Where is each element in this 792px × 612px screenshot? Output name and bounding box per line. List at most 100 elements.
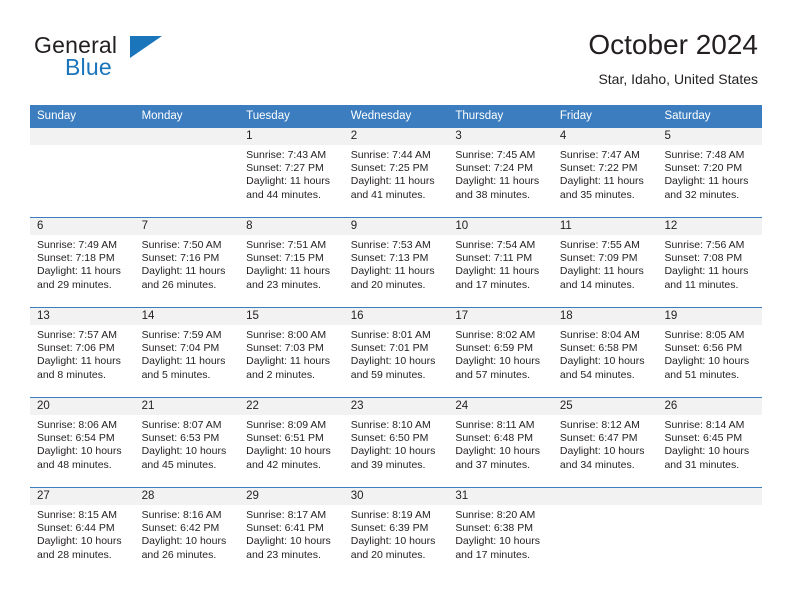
calendar-day-cell[interactable]: 12 Sunrise: 7:56 AM Sunset: 7:08 PM Dayligh… [657, 218, 763, 307]
sunset-time: Sunset: 7:24 PM [455, 162, 533, 175]
daylight-duration-line2: and 51 minutes. [664, 368, 740, 381]
day-sun-details: Sunrise: 8:10 AM Sunset: 6:50 PM Daylight:… [344, 415, 449, 472]
calendar-day-cell[interactable]: 28 Sunrise: 8:16 AM Sunset: 6:42 PM Dayligh… [134, 488, 240, 577]
day-number [657, 488, 763, 505]
calendar-day-cell[interactable]: 2 Sunrise: 7:44 AM Sunset: 7:25 PM Daylight… [343, 128, 449, 217]
calendar-day-cell-empty [552, 488, 658, 577]
sunset-time: Sunset: 7:27 PM [246, 162, 324, 175]
calendar-week-row: 20 Sunrise: 8:06 AM Sunset: 6:54 PM Dayligh… [30, 397, 763, 487]
calendar-day-cell[interactable]: 10 Sunrise: 7:54 AM Sunset: 7:11 PM Dayligh… [448, 218, 553, 307]
calendar-day-cell[interactable]: 19 Sunrise: 8:05 AM Sunset: 6:56 PM Dayligh… [657, 308, 763, 397]
sunset-time: Sunset: 7:03 PM [246, 342, 324, 355]
calendar-day-cell[interactable]: 16 Sunrise: 8:01 AM Sunset: 7:01 PM Dayligh… [343, 308, 449, 397]
calendar-day-cell[interactable]: 6 Sunrise: 7:49 AM Sunset: 7:18 PM Daylight… [30, 218, 135, 307]
sunrise-time: Sunrise: 8:01 AM [350, 329, 431, 341]
daylight-duration-line1: Daylight: 10 hours [559, 355, 645, 368]
day-number: 5 [657, 128, 763, 145]
day-number: 23 [343, 398, 449, 415]
sunset-time: Sunset: 7:01 PM [350, 342, 429, 355]
calendar-day-cell[interactable]: 3 Sunrise: 7:45 AM Sunset: 7:24 PM Daylight… [448, 128, 553, 217]
daylight-duration-line1: Daylight: 10 hours [664, 445, 750, 458]
weekday-header-monday: Monday [141, 110, 183, 122]
weekday-header-row: Sunday Monday Tuesday Wednesday Thursday… [30, 105, 762, 128]
sunrise-time: Sunrise: 8:19 AM [350, 509, 431, 521]
calendar-day-cell[interactable]: 25 Sunrise: 8:12 AM Sunset: 6:47 PM Dayligh… [552, 398, 658, 487]
day-sun-details: Sunrise: 7:54 AM Sunset: 7:11 PM Daylight:… [448, 235, 553, 292]
weekday-header-wednesday: Wednesday [350, 110, 412, 122]
calendar-day-cell[interactable]: 30 Sunrise: 8:19 AM Sunset: 6:39 PM Dayligh… [343, 488, 449, 577]
daylight-duration-line1: Daylight: 10 hours [350, 445, 436, 458]
calendar-day-cell[interactable]: 15 Sunrise: 8:00 AM Sunset: 7:03 PM Dayligh… [239, 308, 344, 397]
calendar-day-cell[interactable]: 14 Sunrise: 7:59 AM Sunset: 7:04 PM Dayligh… [134, 308, 240, 397]
daylight-duration-line2: and 8 minutes. [37, 368, 106, 381]
sunset-time: Sunset: 6:45 PM [664, 432, 743, 445]
calendar-day-cell[interactable]: 26 Sunrise: 8:14 AM Sunset: 6:45 PM Dayligh… [657, 398, 763, 487]
sunset-time: Sunset: 6:56 PM [664, 342, 743, 355]
daylight-duration-line2: and 41 minutes. [350, 188, 426, 201]
daylight-duration-line1: Daylight: 10 hours [141, 535, 227, 548]
calendar-day-cell[interactable]: 27 Sunrise: 8:15 AM Sunset: 6:44 PM Dayligh… [30, 488, 135, 577]
calendar-week-row: 1 Sunrise: 7:43 AM Sunset: 7:27 PM Daylight… [30, 128, 763, 217]
daylight-duration-line2: and 17 minutes. [455, 278, 531, 291]
calendar-day-cell[interactable]: 13 Sunrise: 7:57 AM Sunset: 7:06 PM Dayligh… [30, 308, 135, 397]
day-number: 31 [448, 488, 553, 505]
daylight-duration-line1: Daylight: 11 hours [37, 265, 121, 278]
calendar-day-cell[interactable]: 21 Sunrise: 8:07 AM Sunset: 6:53 PM Dayligh… [134, 398, 240, 487]
daylight-duration-line1: Daylight: 10 hours [350, 355, 436, 368]
sunrise-time: Sunrise: 7:45 AM [455, 149, 536, 161]
calendar-week-row: 27 Sunrise: 8:15 AM Sunset: 6:44 PM Dayligh… [30, 487, 763, 577]
calendar-day-cell-empty [134, 128, 240, 217]
calendar-day-cell[interactable]: 7 Sunrise: 7:50 AM Sunset: 7:16 PM Daylight… [134, 218, 240, 307]
calendar-grid: Sunday Monday Tuesday Wednesday Thursday… [30, 105, 763, 577]
day-number: 13 [30, 308, 135, 325]
calendar-day-cell[interactable]: 29 Sunrise: 8:17 AM Sunset: 6:41 PM Dayligh… [239, 488, 344, 577]
daylight-duration-line1: Daylight: 10 hours [141, 445, 227, 458]
daylight-duration-line1: Daylight: 10 hours [246, 535, 331, 548]
general-blue-logo[interactable]: General Blue [34, 32, 264, 92]
sunset-time: Sunset: 7:09 PM [559, 252, 638, 265]
calendar-day-cell[interactable]: 11 Sunrise: 7:55 AM Sunset: 7:09 PM Dayligh… [552, 218, 658, 307]
sunrise-time: Sunrise: 8:12 AM [559, 419, 640, 431]
daylight-duration-line2: and 28 minutes. [37, 548, 112, 561]
sunrise-time: Sunrise: 8:05 AM [664, 329, 745, 341]
daylight-duration-line1: Daylight: 10 hours [455, 535, 540, 548]
calendar-day-cell[interactable]: 5 Sunrise: 7:48 AM Sunset: 7:20 PM Daylight… [657, 128, 763, 217]
day-sun-details: Sunrise: 7:51 AM Sunset: 7:15 PM Daylight:… [239, 235, 344, 292]
daylight-duration-line2: and 57 minutes. [455, 368, 531, 381]
day-number: 8 [239, 218, 344, 235]
sunset-time: Sunset: 7:18 PM [37, 252, 115, 265]
calendar-day-cell[interactable]: 8 Sunrise: 7:51 AM Sunset: 7:15 PM Daylight… [239, 218, 344, 307]
daylight-duration-line2: and 20 minutes. [350, 278, 426, 291]
day-number [552, 488, 658, 505]
calendar-day-cell[interactable]: 20 Sunrise: 8:06 AM Sunset: 6:54 PM Dayligh… [30, 398, 135, 487]
calendar-day-cell[interactable]: 1 Sunrise: 7:43 AM Sunset: 7:27 PM Daylight… [239, 128, 344, 217]
sunrise-time: Sunrise: 7:50 AM [141, 239, 222, 251]
day-number: 2 [343, 128, 449, 145]
calendar-day-cell[interactable]: 18 Sunrise: 8:04 AM Sunset: 6:58 PM Dayligh… [552, 308, 658, 397]
day-number: 4 [552, 128, 658, 145]
calendar-weeks: 1 Sunrise: 7:43 AM Sunset: 7:27 PM Daylight… [30, 128, 763, 577]
calendar-day-cell[interactable]: 24 Sunrise: 8:11 AM Sunset: 6:48 PM Dayligh… [448, 398, 553, 487]
daylight-duration-line2: and 11 minutes. [664, 278, 739, 291]
day-sun-details: Sunrise: 7:50 AM Sunset: 7:16 PM Daylight:… [135, 235, 240, 292]
daylight-duration-line1: Daylight: 11 hours [350, 175, 435, 188]
day-sun-details: Sunrise: 8:12 AM Sunset: 6:47 PM Daylight:… [553, 415, 658, 472]
daylight-duration-line2: and 26 minutes. [141, 548, 217, 561]
calendar-day-cell[interactable]: 22 Sunrise: 8:09 AM Sunset: 6:51 PM Dayligh… [239, 398, 344, 487]
calendar-day-cell[interactable]: 23 Sunrise: 8:10 AM Sunset: 6:50 PM Dayligh… [343, 398, 449, 487]
daylight-duration-line2: and 42 minutes. [246, 458, 321, 471]
daylight-duration-line2: and 5 minutes. [141, 368, 211, 381]
daylight-duration-line2: and 17 minutes. [455, 548, 531, 561]
calendar-day-cell[interactable]: 31 Sunrise: 8:20 AM Sunset: 6:38 PM Dayligh… [448, 488, 553, 577]
calendar-day-cell-empty [30, 128, 135, 217]
sunrise-time: Sunrise: 7:59 AM [141, 329, 222, 341]
day-number: 21 [134, 398, 240, 415]
sunrise-time: Sunrise: 8:07 AM [141, 419, 222, 431]
calendar-day-cell[interactable]: 4 Sunrise: 7:47 AM Sunset: 7:22 PM Daylight… [552, 128, 658, 217]
sunrise-time: Sunrise: 8:10 AM [350, 419, 431, 431]
daylight-duration-line2: and 48 minutes. [37, 458, 112, 471]
calendar-day-cell[interactable]: 17 Sunrise: 8:02 AM Sunset: 6:59 PM Dayligh… [448, 308, 553, 397]
sunset-time: Sunset: 6:42 PM [141, 522, 220, 535]
calendar-day-cell[interactable]: 9 Sunrise: 7:53 AM Sunset: 7:13 PM Daylight… [343, 218, 449, 307]
daylight-duration-line1: Daylight: 10 hours [350, 535, 436, 548]
